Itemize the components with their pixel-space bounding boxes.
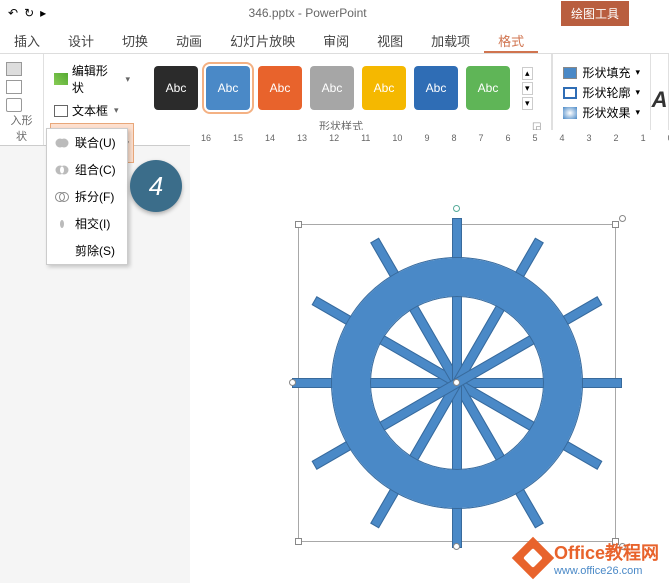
shape-preset-icon[interactable]	[6, 62, 22, 76]
shape-effects-icon	[563, 107, 577, 119]
merge-fragment[interactable]: 拆分(F)	[47, 183, 127, 210]
shape-outline-button[interactable]: 形状轮廓▾	[563, 84, 640, 101]
fragment-icon	[55, 190, 69, 204]
tab-insert[interactable]: 插入	[0, 26, 54, 53]
tab-slideshow[interactable]: 幻灯片放映	[216, 26, 309, 53]
merge-subtract[interactable]: 剪除(S)	[47, 237, 127, 264]
shape-handle[interactable]	[453, 543, 460, 550]
watermark-url: www.office26.com	[554, 565, 659, 577]
step-badge: 4	[130, 160, 182, 212]
union-icon	[55, 136, 69, 150]
style-swatch[interactable]: Abc	[310, 66, 354, 110]
textbox-icon	[54, 105, 68, 117]
shape-outline-icon	[563, 87, 577, 99]
gallery-up-icon[interactable]: ▴	[522, 67, 533, 80]
repeat-icon[interactable]: ↻	[24, 6, 34, 20]
shape-handle[interactable]	[289, 379, 296, 386]
merge-combine[interactable]: 组合(C)	[47, 156, 127, 183]
watermark-title: Office教程网	[554, 539, 659, 565]
edit-shape-button[interactable]: 编辑形状▾	[50, 60, 134, 98]
tab-view[interactable]: 视图	[363, 26, 417, 53]
edit-shape-icon	[54, 73, 68, 85]
drawing-tools-tab[interactable]: 绘图工具	[561, 1, 629, 26]
intersect-icon	[55, 217, 69, 231]
rotate-handle[interactable]	[453, 205, 460, 212]
tab-review[interactable]: 审阅	[309, 26, 363, 53]
slide-canvas[interactable]: Office教程网 www.office26.com	[190, 146, 669, 583]
resize-handle[interactable]	[612, 221, 619, 228]
merge-shapes-menu: 联合(U) 组合(C) 拆分(F) 相交(I) 剪除(S)	[46, 128, 128, 265]
tab-design[interactable]: 设计	[54, 26, 108, 53]
textbox-button[interactable]: 文本框▾	[50, 100, 134, 121]
shape-fill-icon	[563, 67, 577, 79]
undo-icon[interactable]: ↶	[8, 6, 18, 20]
shape-effects-button[interactable]: 形状效果▾	[563, 104, 640, 121]
shape-preset-icon[interactable]	[6, 80, 22, 94]
style-swatch[interactable]: Abc	[466, 66, 510, 110]
style-swatch[interactable]: Abc	[154, 66, 198, 110]
horizontal-ruler: 161514131211109876543210	[190, 130, 669, 146]
shape-handle[interactable]	[619, 215, 626, 222]
wordart-icon[interactable]: A	[652, 87, 668, 113]
tab-transition[interactable]: 切换	[108, 26, 162, 53]
document-title: 346.pptx - PowerPoint	[54, 6, 561, 20]
gallery-down-icon[interactable]: ▾	[522, 82, 533, 95]
merge-intersect[interactable]: 相交(I)	[47, 210, 127, 237]
style-swatch[interactable]: Abc	[362, 66, 406, 110]
start-from-beginning-icon[interactable]: ▸	[40, 6, 46, 20]
resize-handle[interactable]	[295, 538, 302, 545]
ribbon-tabs: 插入 设计 切换 动画 幻灯片放映 审阅 视图 加载项 格式	[0, 26, 669, 54]
tab-addins[interactable]: 加载项	[417, 26, 484, 53]
tab-animation[interactable]: 动画	[162, 26, 216, 53]
title-bar: ↶ ↻ ▸ 346.pptx - PowerPoint 绘图工具	[0, 0, 669, 26]
resize-handle[interactable]	[295, 221, 302, 228]
subtract-icon	[55, 244, 69, 258]
office-logo-icon	[512, 537, 554, 579]
insert-shapes-label: 入形状	[6, 112, 37, 144]
selection-box[interactable]	[298, 224, 616, 542]
style-swatch[interactable]: Abc	[206, 66, 250, 110]
style-swatch[interactable]: Abc	[414, 66, 458, 110]
shape-handle[interactable]	[453, 379, 460, 386]
style-swatch[interactable]: Abc	[258, 66, 302, 110]
merge-union[interactable]: 联合(U)	[47, 129, 127, 156]
shape-fill-button[interactable]: 形状填充▾	[563, 64, 640, 81]
shape-styles-gallery[interactable]: Abc Abc Abc Abc Abc Abc Abc ▴ ▾ ▾	[146, 58, 545, 118]
tab-format[interactable]: 格式	[484, 26, 538, 53]
shape-preset-icon[interactable]	[6, 98, 22, 112]
gallery-more-icon[interactable]: ▾	[522, 97, 533, 110]
combine-icon	[55, 163, 69, 177]
watermark: Office教程网 www.office26.com	[518, 539, 659, 577]
